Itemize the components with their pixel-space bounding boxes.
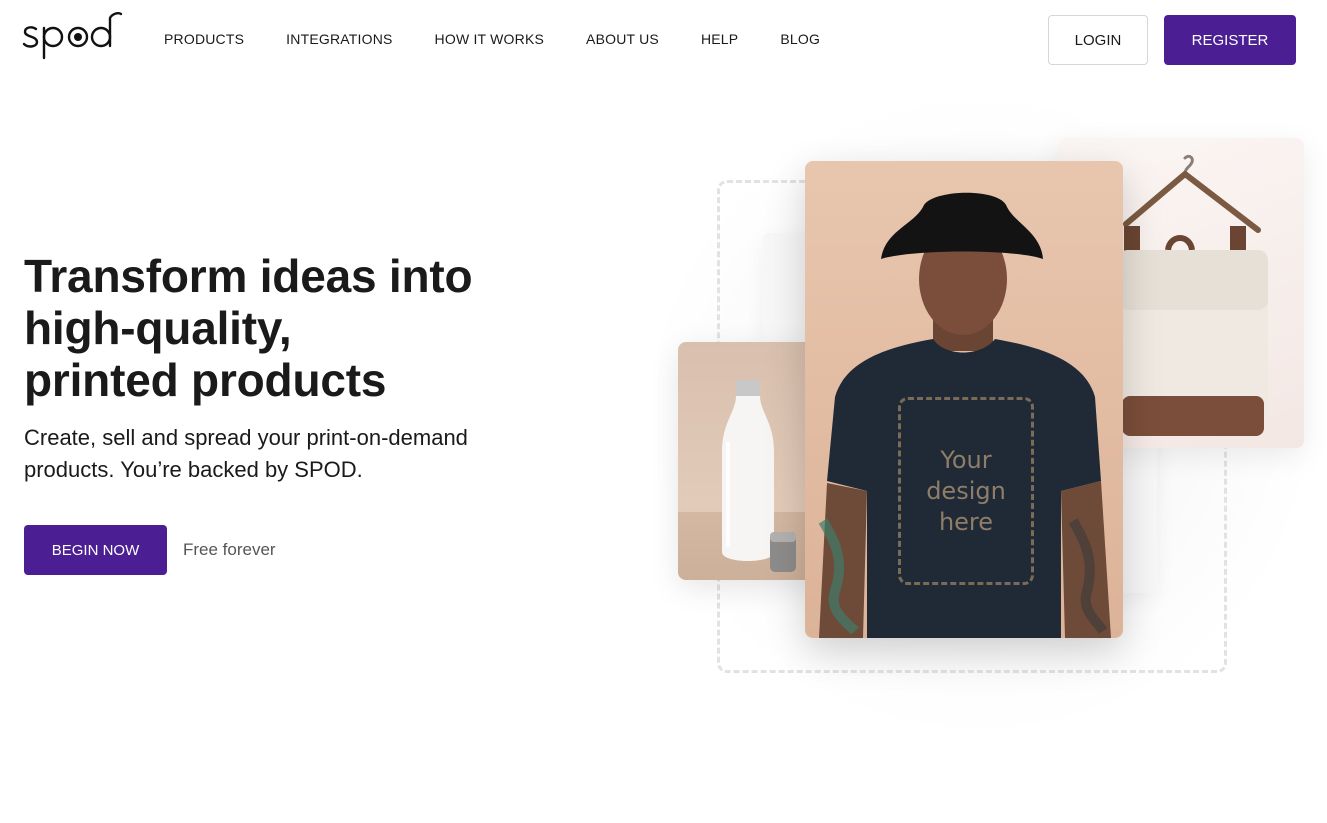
design-placeholder-line: Your [940,445,992,474]
hero-title-line: Transform ideas into [24,250,473,302]
nav-blog[interactable]: BLOG [780,31,820,47]
main-nav: PRODUCTS INTEGRATIONS HOW IT WORKS ABOUT… [164,31,862,47]
spod-logo-mark [22,12,123,60]
hero-title-line: printed products [24,354,387,406]
design-placeholder-line: here [938,507,994,536]
begin-now-button[interactable]: BEGIN NOW [24,525,167,575]
design-placeholder-line: design [926,476,1006,505]
t-shirt-model-image: Your design here [805,161,1123,638]
site-header: PRODUCTS INTEGRATIONS HOW IT WORKS ABOUT… [0,0,1327,80]
spod-logo[interactable] [22,10,126,62]
nav-about-us[interactable]: ABOUT US [586,31,659,47]
register-button[interactable]: REGISTER [1164,15,1296,65]
nav-integrations[interactable]: INTEGRATIONS [286,31,392,47]
water-bottle-illustration [678,380,818,580]
water-bottle-image [678,342,818,580]
hero-title: Transform ideas into high-quality, print… [24,250,584,406]
nav-products[interactable]: PRODUCTS [164,31,244,47]
free-forever-note: Free forever [183,540,276,559]
nav-help[interactable]: HELP [701,31,738,47]
hero-subtitle: Create, sell and spread your print-on-de… [24,425,468,482]
nav-how-it-works[interactable]: HOW IT WORKS [435,31,544,47]
hero-title-line: high-quality, [24,302,292,354]
login-button[interactable]: LOGIN [1048,15,1148,65]
design-placeholder: Your design here [898,397,1034,585]
